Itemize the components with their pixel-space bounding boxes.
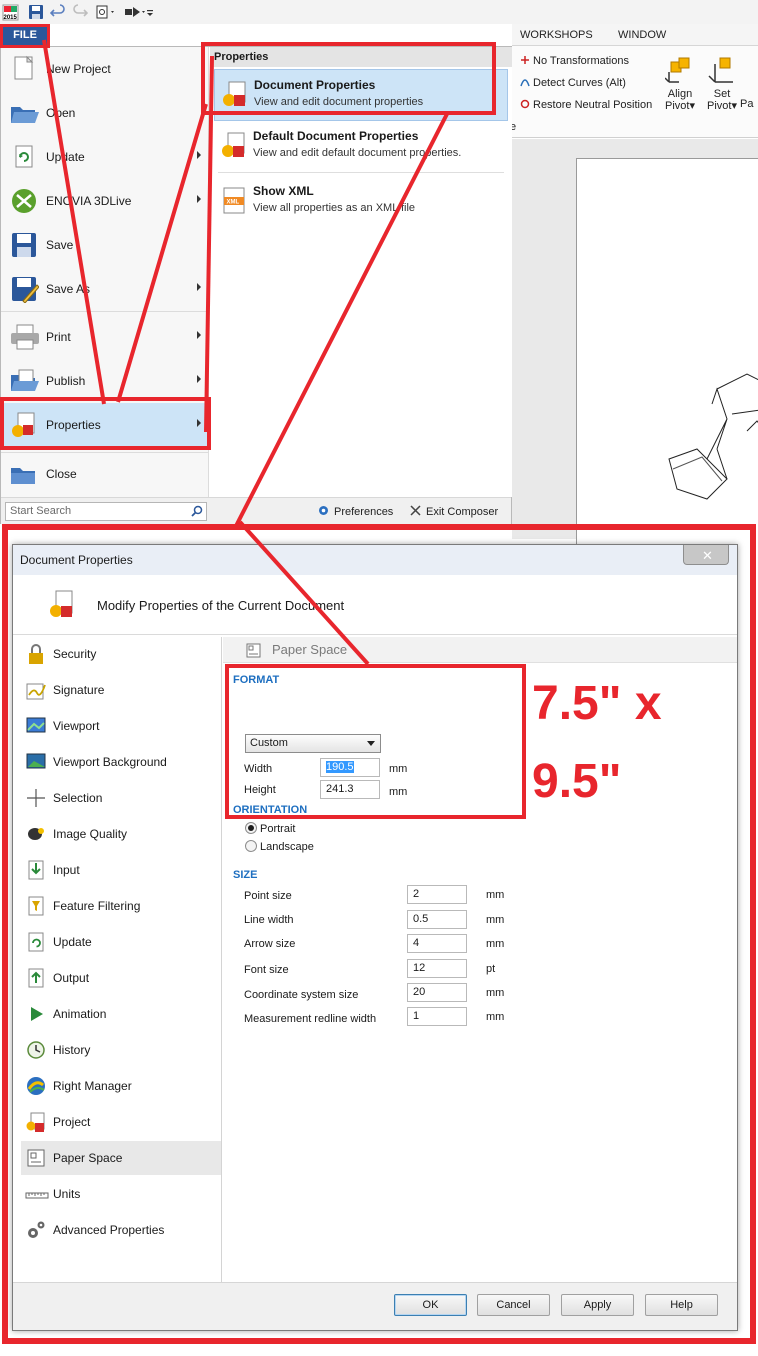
annotation-width-text: 7.5" x: [532, 677, 662, 730]
annotation-height-text: 9.5": [532, 755, 622, 808]
